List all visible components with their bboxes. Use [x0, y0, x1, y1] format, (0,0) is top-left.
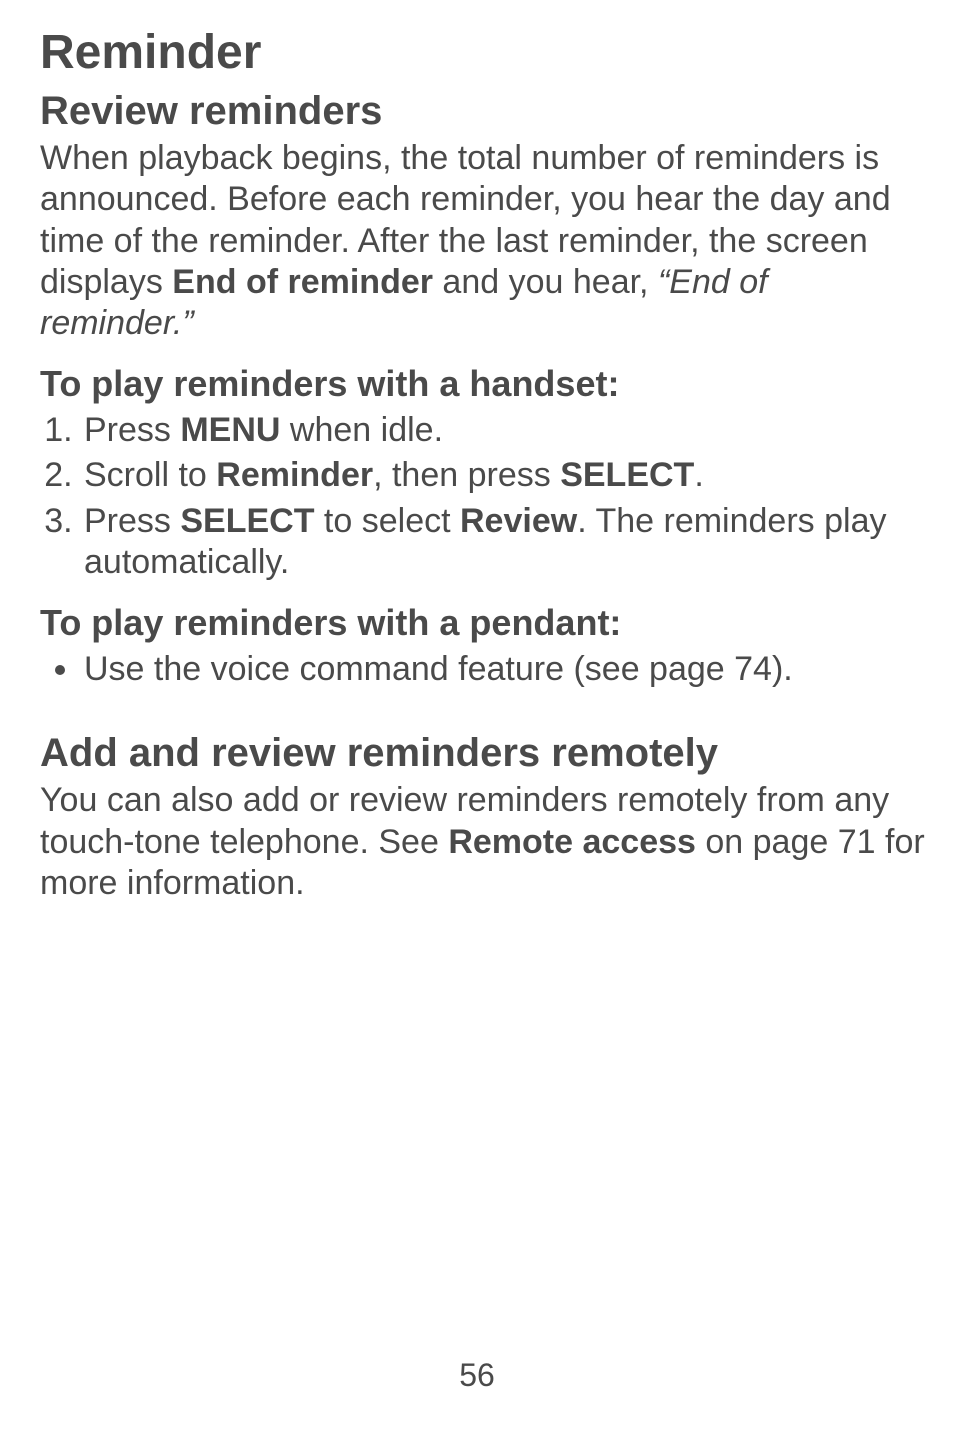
page: Reminder Review reminders When playback …: [0, 0, 954, 1432]
list-item: Press SELECT to select Review. The remin…: [82, 501, 926, 584]
text-run: Press: [84, 502, 180, 540]
list-item: Use the voice command feature (see page …: [82, 649, 926, 690]
text-run: to select: [314, 502, 460, 540]
text-run: .: [694, 456, 703, 494]
text-run: Use the voice command feature (see page …: [84, 650, 793, 688]
text-run: Press: [84, 411, 180, 449]
spacer: [40, 708, 926, 728]
text-bold-menu: MENU: [180, 411, 280, 449]
text-run: , then press: [373, 456, 560, 494]
section-remote-heading: Add and review reminders remotely: [40, 728, 926, 778]
handset-steps-list: Press MENU when idle. Scroll to Reminder…: [40, 410, 926, 584]
text-bold-select: SELECT: [560, 456, 694, 494]
text-bold-select: SELECT: [180, 502, 314, 540]
text-run: Scroll to: [84, 456, 216, 494]
text-bold-review: Review: [460, 502, 577, 540]
section-review-heading: Review reminders: [40, 86, 926, 136]
page-title: Reminder: [40, 24, 926, 82]
list-item: Press MENU when idle.: [82, 410, 926, 451]
list-item: Scroll to Reminder, then press SELECT.: [82, 455, 926, 496]
text-bold-end-of-reminder: End of reminder: [172, 263, 433, 301]
text-bold-remote-access: Remote access: [448, 823, 696, 861]
remote-paragraph: You can also add or review reminders rem…: [40, 780, 926, 904]
text-bold-reminder: Reminder: [216, 456, 373, 494]
pendant-list: Use the voice command feature (see page …: [40, 649, 926, 690]
text-run: when idle.: [280, 411, 443, 449]
handset-heading: To play reminders with a handset:: [40, 361, 926, 406]
review-intro-paragraph: When playback begins, the total number o…: [40, 138, 926, 345]
text-run: and you hear,: [433, 263, 658, 301]
page-number: 56: [0, 1357, 954, 1394]
pendant-heading: To play reminders with a pendant:: [40, 600, 926, 645]
